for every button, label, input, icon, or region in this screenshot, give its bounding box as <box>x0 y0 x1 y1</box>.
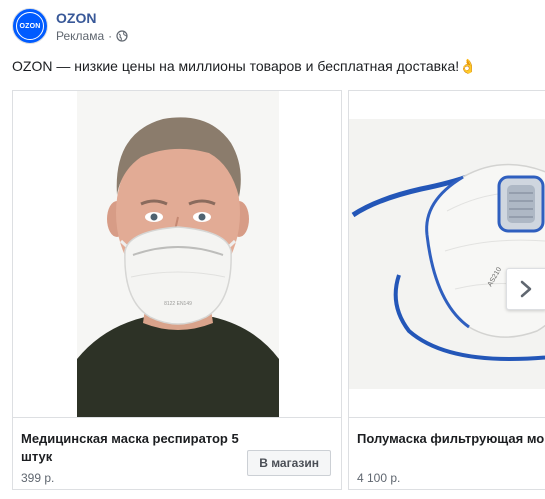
avatar[interactable]: OZON <box>12 8 48 44</box>
carousel-next-button[interactable] <box>506 268 545 310</box>
ad-post: OZON OZON Реклама · OZON — низкие цены н… <box>0 0 545 499</box>
chevron-right-icon <box>520 280 532 298</box>
respirator-illustration: AS210 <box>349 91 545 417</box>
post-subtitle: Реклама · <box>56 28 128 44</box>
globe-icon[interactable] <box>116 29 128 42</box>
product-image[interactable]: 8122 EN149 <box>13 91 341 417</box>
product-footer: Полумаска фильтрующая мо AS210 FFP2 R D … <box>349 417 545 489</box>
product-carousel: 8122 EN149 Медицинская маска респиратор … <box>0 88 545 499</box>
product-price: 4 100 р. <box>357 471 401 485</box>
post-meta: OZON Реклама · <box>56 9 128 44</box>
man-with-mask-illustration: 8122 EN149 <box>13 91 341 417</box>
mask-print: 8122 EN149 <box>164 301 192 307</box>
product-price: 399 р. <box>21 471 55 485</box>
ozon-logo: OZON <box>16 12 44 40</box>
sponsored-label[interactable]: Реклама <box>56 28 104 44</box>
post-header: OZON OZON Реклама · <box>12 6 128 46</box>
separator-dot: · <box>108 28 113 43</box>
post-text: OZON — низкие цены на миллионы товаров и… <box>12 58 477 74</box>
product-image[interactable]: AS210 <box>349 91 545 417</box>
page-name-link[interactable]: OZON <box>56 9 128 27</box>
product-card[interactable]: 8122 EN149 Медицинская маска респиратор … <box>12 90 342 490</box>
shop-button[interactable]: В магазин <box>247 450 331 476</box>
product-title[interactable]: Полумаска фильтрующая мо AS210 FFP2 R D … <box>357 430 545 448</box>
product-title[interactable]: Медицинская маска респиратор 5 штук <box>21 430 251 466</box>
product-footer: Медицинская маска респиратор 5 штук 399 … <box>13 417 341 489</box>
avatar-text: OZON <box>19 22 41 30</box>
